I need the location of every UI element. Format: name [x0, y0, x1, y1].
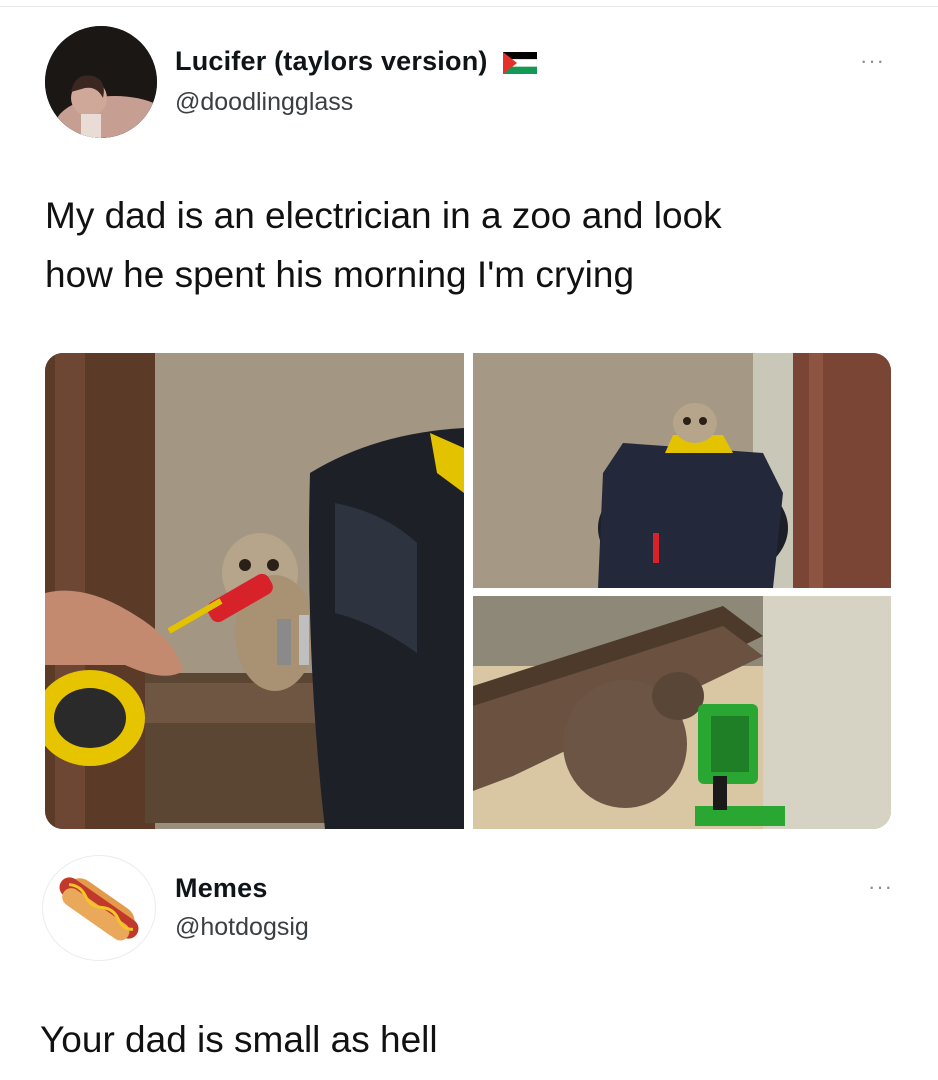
author-handle[interactable]: @doodlingglass [175, 88, 353, 117]
reply-avatar[interactable] [42, 855, 156, 961]
avatar-portrait [45, 26, 157, 138]
tweet-text: My dad is an electrician in a zoo and lo… [45, 186, 925, 304]
photo-3-art [473, 596, 891, 829]
meerkat-with-screwdriver-photo[interactable] [45, 353, 464, 829]
palestine-flag-icon [503, 51, 538, 74]
reply-author-handle[interactable]: @hotdogsig [175, 913, 309, 942]
hotdog-icon [59, 877, 139, 941]
photo-2-art [473, 353, 891, 588]
photo-1-art [45, 353, 464, 829]
meerkat-with-work-light-photo[interactable] [473, 596, 891, 829]
author-name[interactable]: Lucifer (taylors version) [175, 46, 538, 77]
tweet-more-menu-icon[interactable]: ··· [860, 48, 885, 74]
reply-more-menu-icon[interactable]: ··· [868, 874, 893, 900]
author-avatar[interactable] [45, 26, 157, 138]
tweet-photo-grid [45, 353, 891, 829]
author-name-text: Lucifer (taylors version) [175, 46, 488, 76]
reply-text: Your dad is small as hell [40, 1019, 438, 1060]
tweet-text-line-2: how he spent his morning I'm crying [45, 254, 635, 295]
tweet-text-line-1: My dad is an electrician in a zoo and lo… [45, 195, 722, 236]
reply-author-name[interactable]: Memes [175, 873, 268, 904]
meerkat-in-tool-bag-photo[interactable] [473, 353, 891, 588]
top-divider [0, 6, 938, 7]
